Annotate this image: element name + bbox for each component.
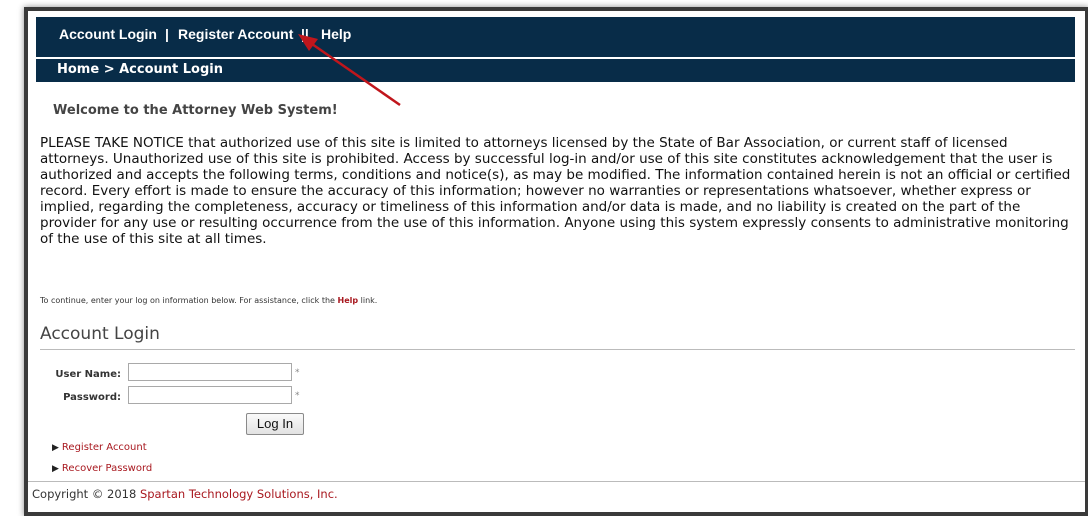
required-marker: * — [295, 391, 300, 401]
password-label: Password: — [63, 392, 121, 403]
browser-window-frame: Account Login | Register Account || Help… — [24, 7, 1088, 516]
nav-separator: | — [165, 26, 169, 42]
password-input[interactable] — [128, 386, 292, 404]
section-divider — [40, 349, 1075, 350]
top-navigation-bar: Account Login | Register Account || Help — [36, 17, 1075, 57]
login-hint-text-end: link. — [358, 296, 378, 305]
recover-password-row[interactable]: ▶ Recover Password — [52, 463, 152, 474]
register-account-link[interactable]: Register Account — [62, 442, 147, 453]
triangle-right-icon: ▶ — [52, 443, 59, 453]
breadcrumb: Home > Account Login — [57, 62, 224, 77]
footer: Copyright © 2018 Spartan Technology Solu… — [32, 487, 338, 501]
login-hint-text: To continue, enter your log on informati… — [40, 296, 338, 305]
triangle-right-icon: ▶ — [52, 464, 59, 474]
company-link[interactable]: Spartan Technology Solutions, Inc. — [140, 487, 338, 501]
recover-password-link[interactable]: Recover Password — [62, 463, 152, 474]
required-marker: * — [295, 368, 300, 378]
username-input[interactable] — [128, 363, 292, 381]
breadcrumb-bar: Home > Account Login — [36, 59, 1075, 82]
hint-help-link[interactable]: Help — [338, 296, 359, 305]
username-label: User Name: — [55, 369, 121, 380]
account-login-title: Account Login — [40, 324, 160, 344]
copyright-text: Copyright © 2018 — [32, 487, 140, 501]
legal-notice-text: PLEASE TAKE NOTICE that authorized use o… — [40, 135, 1071, 247]
login-button[interactable]: Log In — [246, 413, 304, 435]
nav-help[interactable]: Help — [321, 26, 351, 42]
nav-register-account[interactable]: Register Account — [178, 26, 293, 42]
footer-divider — [28, 481, 1085, 482]
login-hint: To continue, enter your log on informati… — [40, 296, 377, 305]
nav-account-login[interactable]: Account Login — [59, 26, 157, 42]
nav-separator: || — [301, 26, 309, 42]
register-account-row[interactable]: ▶ Register Account — [52, 442, 147, 453]
welcome-heading: Welcome to the Attorney Web System! — [53, 103, 338, 118]
